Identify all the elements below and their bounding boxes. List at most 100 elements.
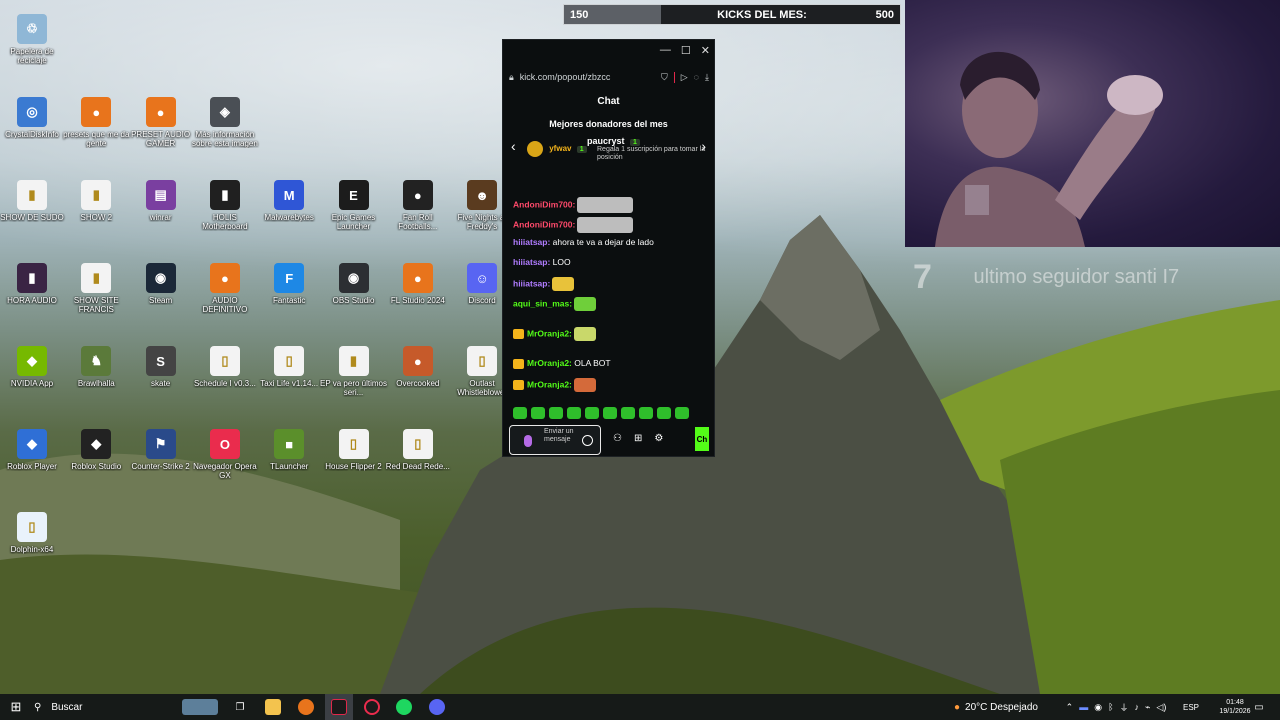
download-icon[interactable]: ⤓ <box>705 72 709 83</box>
chat-username[interactable]: MrOranja2: <box>527 379 572 389</box>
bluetooth-icon[interactable]: ᛒ <box>1108 702 1113 712</box>
taskbar-opera[interactable] <box>364 694 380 720</box>
chat-username[interactable]: AndoniDim700: <box>513 199 575 209</box>
tray-steam-icon[interactable]: ◉ <box>1094 702 1102 713</box>
desktop-icon[interactable]: ▤ winrar <box>126 180 196 222</box>
chat-username[interactable]: hiiiatsap: <box>513 237 550 247</box>
desktop-icon[interactable]: ♞ Brawlhalla <box>61 346 131 388</box>
task-view-icon: ❐ <box>235 701 245 713</box>
minimize-icon[interactable]: — <box>660 44 671 57</box>
chat-bubble-icon[interactable]: ◌ <box>694 72 699 82</box>
emote-shortcut[interactable] <box>621 407 635 419</box>
taskbar-spotify[interactable] <box>396 694 412 720</box>
chevron-right-icon[interactable]: › <box>701 138 706 154</box>
shield-icon[interactable]: ⛉ <box>661 72 668 83</box>
desktop-icon[interactable]: ▮ HOLIS Motherboard <box>190 180 260 231</box>
chat-message: hiiiatsap: LOO <box>513 257 571 267</box>
chat-username[interactable]: MrOranja2: <box>527 328 572 338</box>
tray-app-icon[interactable]: ▬ <box>1079 702 1088 712</box>
desktop-icon[interactable]: ◆ NVIDIA App <box>0 346 67 388</box>
send-button[interactable]: Ch <box>695 427 709 451</box>
taskbar-discord[interactable] <box>429 694 445 720</box>
microphone-icon[interactable] <box>524 435 532 447</box>
discord-icon <box>429 699 445 715</box>
start-button[interactable]: ⊞ <box>6 694 26 720</box>
desktop-icon[interactable]: ⚑ Counter-Strike 2 <box>126 429 196 471</box>
app-icon: F <box>274 263 305 293</box>
desktop-icon[interactable]: ● Fan Roll Footballs... <box>383 180 453 231</box>
desktop-icon[interactable]: ● PRESET AUDIO GAMER <box>126 97 196 148</box>
usb-icon[interactable]: ⏚ <box>1119 701 1128 714</box>
chevron-up-icon[interactable]: ⌃ <box>1066 702 1074 713</box>
emote-shortcut[interactable] <box>603 407 617 419</box>
desktop-icon[interactable]: Sskate <box>126 346 196 388</box>
chat-username[interactable]: hiiiatsap: <box>513 278 550 288</box>
taskbar-search[interactable]: ⚲ Buscar <box>34 694 174 720</box>
emote-shortcut[interactable] <box>585 407 599 419</box>
emote-shortcut[interactable] <box>567 407 581 419</box>
notifications-button[interactable]: ▭ <box>1252 694 1266 720</box>
taskbar-explorer[interactable] <box>265 694 281 720</box>
emote-shortcut[interactable] <box>639 407 653 419</box>
desktop-icon[interactable]: ● FL Studio 2024 <box>383 263 453 305</box>
window-controls: — ☐ ✕ <box>660 44 710 57</box>
desktop-icon-label: Malwarebytes <box>264 213 314 222</box>
desktop-icon[interactable]: ▮ SHOW 2 <box>61 180 131 222</box>
desktop-icon[interactable]: ● Overcooked <box>383 346 453 388</box>
close-icon[interactable]: ✕ <box>701 44 710 57</box>
chat-username[interactable]: AndoniDim700: <box>513 219 575 229</box>
gift-icon[interactable]: ⊞ <box>634 433 642 444</box>
chat-username[interactable]: aqui_sin_mas: <box>513 298 572 308</box>
gear-icon[interactable]: ⚙ <box>654 433 663 444</box>
network-icon[interactable]: ⌁ <box>1145 702 1150 713</box>
desktop-icon[interactable]: ▯ Taxi Life v1.14... <box>254 346 324 388</box>
emote-shortcut[interactable] <box>549 407 563 419</box>
emote-shortcut[interactable] <box>513 407 527 419</box>
desktop-icon[interactable]: ◉ Steam <box>126 263 196 305</box>
desktop-icon[interactable]: E Epic Games Launcher <box>319 180 389 231</box>
chevron-left-icon[interactable]: ‹ <box>511 138 516 154</box>
weather-widget[interactable]: ● 20°C Despejado <box>946 694 1046 720</box>
desktop-icon[interactable]: F Fantastic <box>254 263 324 305</box>
desktop-icon[interactable]: ◉ OBS Studio <box>319 263 389 305</box>
emoji-icon[interactable] <box>582 435 593 446</box>
desktop-icon[interactable]: O Navegador Opera GX <box>190 429 260 480</box>
desktop-icon[interactable]: M Malwarebytes <box>254 180 324 222</box>
donor-first[interactable]: yfwav 1 <box>527 141 587 157</box>
desktop-icon[interactable]: ▯ Dolphin-x64 <box>0 512 67 554</box>
desktop-icon[interactable]: ◈ Más información sobre esta imagen <box>190 97 260 148</box>
desktop-icon[interactable]: ▮ SHOW DE SUDO <box>0 180 67 222</box>
desktop-icon[interactable]: ▯ House Flipper 2 <box>319 429 389 471</box>
taskbar-fl-studio[interactable] <box>298 694 314 720</box>
app-icon: ♞ <box>81 346 112 376</box>
maximize-icon[interactable]: ☐ <box>681 44 691 57</box>
task-view-button[interactable]: ❐ <box>232 694 248 720</box>
emote-shortcut[interactable] <box>531 407 545 419</box>
play-icon[interactable]: ▷ <box>681 72 688 83</box>
donor-second[interactable]: paucryst 1 Regala 1 suscripción para tom… <box>587 136 706 162</box>
chat-username[interactable]: MrOranja2: <box>527 358 572 368</box>
desktop-icon[interactable]: ■ TLauncher <box>254 429 324 471</box>
desktop-icon[interactable]: ▮ EP va pero últimos seri... <box>319 346 389 397</box>
emote-shortcut[interactable] <box>657 407 671 419</box>
desktop-icon[interactable]: ● AUDIO DEFINITIVO <box>190 263 260 314</box>
desktop-icon[interactable]: ◎ CrystalDiskInfo <box>0 97 67 139</box>
desktop-icon[interactable]: ▯ Schedule I v0.3... <box>190 346 260 388</box>
taskbar-obs[interactable] <box>325 694 353 720</box>
chat-username[interactable]: hiiiatsap: <box>513 257 550 267</box>
volume-icon[interactable]: ◁) <box>1156 702 1166 713</box>
desktop-icon[interactable]: ♲ Papelera de reciclaje <box>0 14 67 65</box>
emote-shortcut[interactable] <box>675 407 689 419</box>
desktop-icon[interactable]: ◆ Roblox Studio <box>61 429 131 471</box>
microphone-tray-icon[interactable]: ♪ <box>1134 702 1139 712</box>
search-highlight[interactable] <box>180 694 220 720</box>
chat-message-input[interactable]: Enviar un mensaje <box>509 425 601 455</box>
address-bar[interactable]: 🔒︎ kick.com/popout/zbzcc ⛉ ▷ ◌ ⤓ <box>509 70 709 84</box>
desktop-icon[interactable]: ● presets que me da gente <box>61 97 131 148</box>
desktop-icon[interactable]: ◆ Roblox Player <box>0 429 67 471</box>
desktop-icon[interactable]: ▯ Red Dead Rede... <box>383 429 453 471</box>
desktop-icon[interactable]: ▮ SHOW SITE FRANCIS <box>61 263 131 314</box>
language-indicator[interactable]: ESP <box>1180 694 1202 720</box>
desktop-icon[interactable]: ▮ HORA AUDIO <box>0 263 67 305</box>
users-icon[interactable]: ⚇ <box>613 433 622 444</box>
